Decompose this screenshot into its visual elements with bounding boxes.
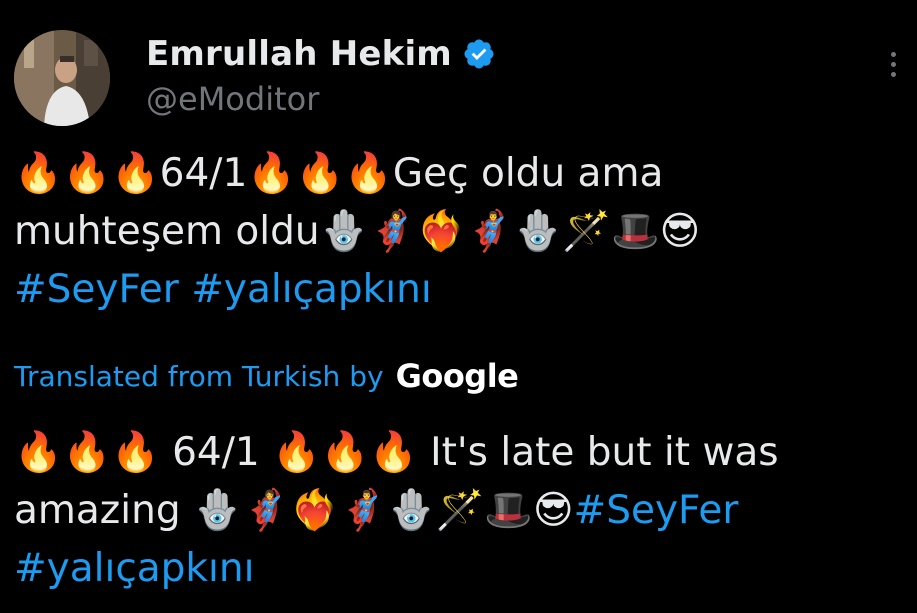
more-options-icon[interactable] xyxy=(889,52,897,77)
display-name[interactable]: Emrullah Hekim xyxy=(146,34,452,74)
author-names: Emrullah Hekim @eModitor xyxy=(146,32,496,118)
translation-line-1: 🔥🔥🔥 64/1 🔥🔥🔥 It's late but it was xyxy=(14,430,779,475)
tweet-header: Emrullah Hekim @eModitor xyxy=(14,30,496,126)
hashtag-link[interactable]: #yalıçapkını xyxy=(14,546,254,591)
tweet: Emrullah Hekim @eModitor 🔥🔥🔥64/1🔥🔥🔥Geç o… xyxy=(0,0,917,613)
google-logo: Google xyxy=(395,357,519,395)
translation-hashtags: #yalıçapkını xyxy=(14,540,779,598)
hashtag-link[interactable]: #SeyFer xyxy=(574,488,739,533)
avatar[interactable] xyxy=(14,30,110,126)
hashtag-link[interactable]: #yalıçapkını xyxy=(191,267,431,312)
verified-badge-icon xyxy=(464,39,494,69)
tweet-translation-text: 🔥🔥🔥 64/1 🔥🔥🔥 It's late but it was amazin… xyxy=(14,424,779,598)
display-name-row: Emrullah Hekim xyxy=(146,32,496,76)
translation-line-2: amazing 🪬🦸‍♀️❤️‍🔥🦸‍♂️🪬🪄🎩😎#SeyFer xyxy=(14,482,779,540)
translation-line-2-text: amazing 🪬🦸‍♀️❤️‍🔥🦸‍♂️🪬🪄🎩😎 xyxy=(14,488,574,533)
hashtag-link[interactable]: #SeyFer xyxy=(14,267,179,312)
tweet-original-text: 🔥🔥🔥64/1🔥🔥🔥Geç oldu ama muhteşem oldu🪬🦸‍♀… xyxy=(14,145,700,319)
handle[interactable]: @eModitor xyxy=(146,80,496,118)
original-line-2: muhteşem oldu🪬🦸‍♀️❤️‍🔥🦸‍♂️🪬🪄🎩😎 xyxy=(14,209,701,254)
original-hashtags: #SeyFer #yalıçapkını xyxy=(14,261,700,319)
translated-label-text: Translated from Turkish by xyxy=(14,359,384,393)
original-line-1: 🔥🔥🔥64/1🔥🔥🔥Geç oldu ama xyxy=(14,151,664,196)
translated-from-label[interactable]: Translated from Turkish by Google xyxy=(14,357,519,395)
